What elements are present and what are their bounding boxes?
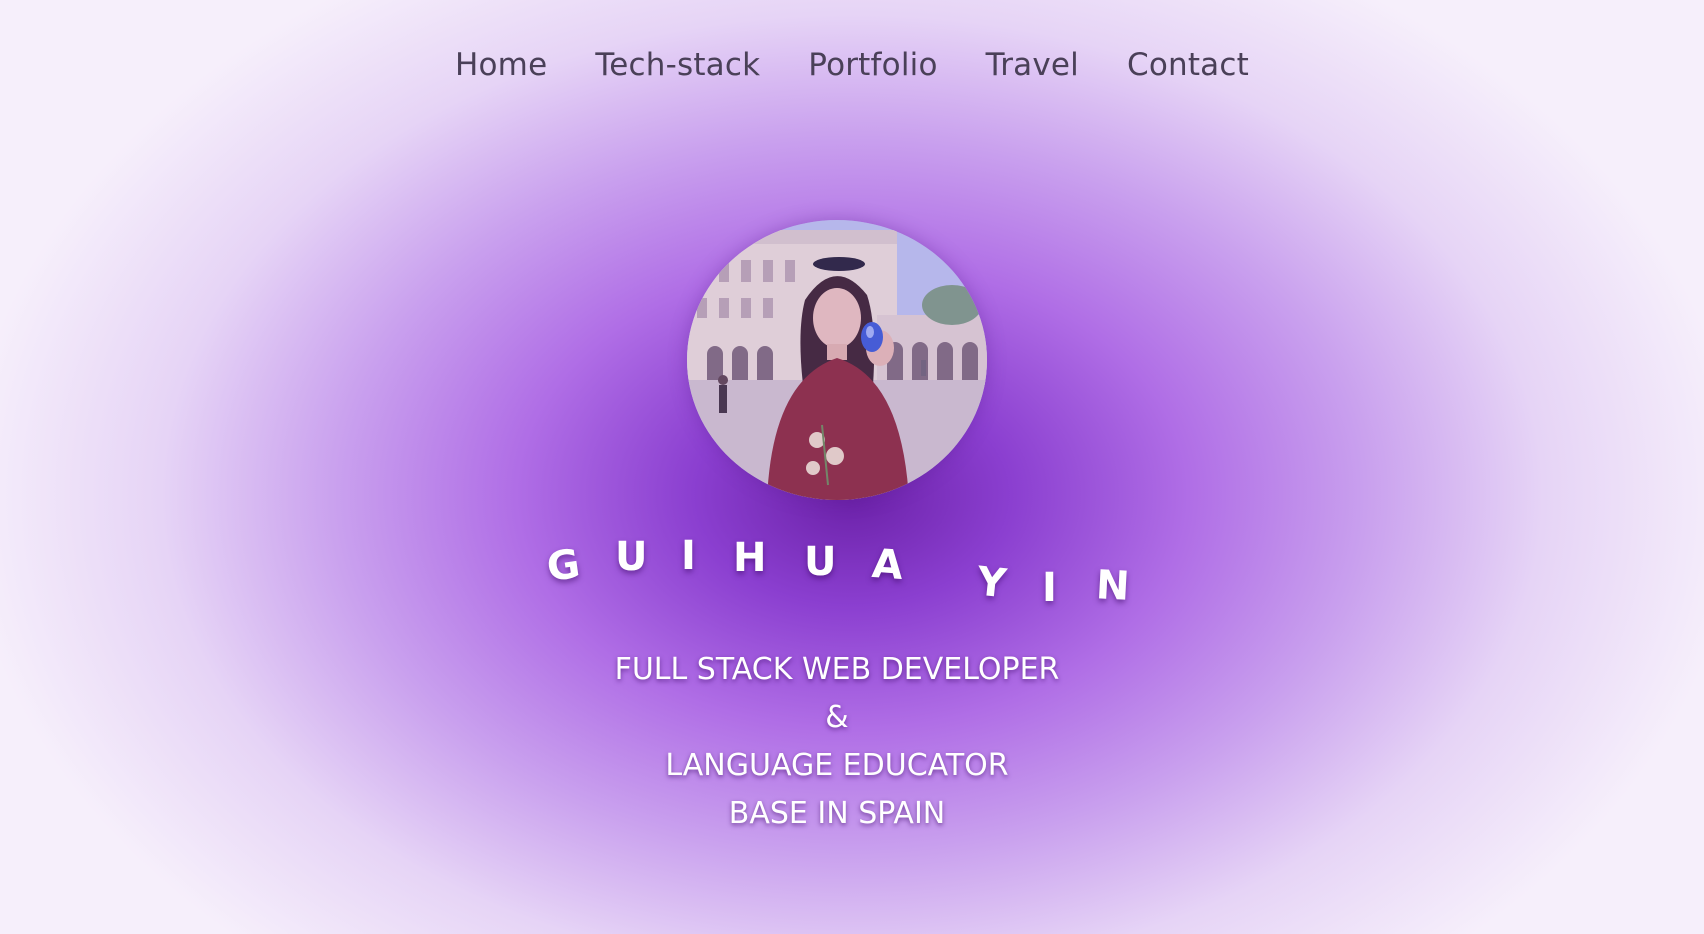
nav-portfolio-link[interactable]: Portfolio <box>784 40 961 90</box>
nav-tech-stack-link[interactable]: Tech-stack <box>571 40 784 90</box>
avatar-photo <box>687 220 987 500</box>
name-letter-u: U <box>615 534 648 580</box>
avatar <box>687 220 987 500</box>
nav-home-link[interactable]: Home <box>431 40 571 90</box>
name-letter-g: G <box>543 540 583 592</box>
name-letter-a: A <box>870 540 905 590</box>
name-letter-i2: I <box>1042 565 1057 611</box>
tagline-line-3: LANGUAGE EDUCATOR <box>665 748 1009 783</box>
tagline-line-2: & <box>825 700 849 735</box>
name-letter-u2: U <box>804 539 837 585</box>
nav-travel-link[interactable]: Travel <box>962 40 1103 90</box>
nav-contact-link[interactable]: Contact <box>1103 40 1273 90</box>
name-letter-h: H <box>733 535 767 581</box>
tagline-line-1: FULL STACK WEB DEVELOPER <box>614 652 1060 687</box>
tagline-line-4: BASE IN SPAIN <box>728 796 946 831</box>
name-letter-n: N <box>1094 562 1131 610</box>
name-letter-i: I <box>681 533 696 579</box>
name-letter-y: Y <box>974 558 1009 608</box>
main-nav: Home Tech-stack Portfolio Travel Contact <box>0 40 1704 90</box>
